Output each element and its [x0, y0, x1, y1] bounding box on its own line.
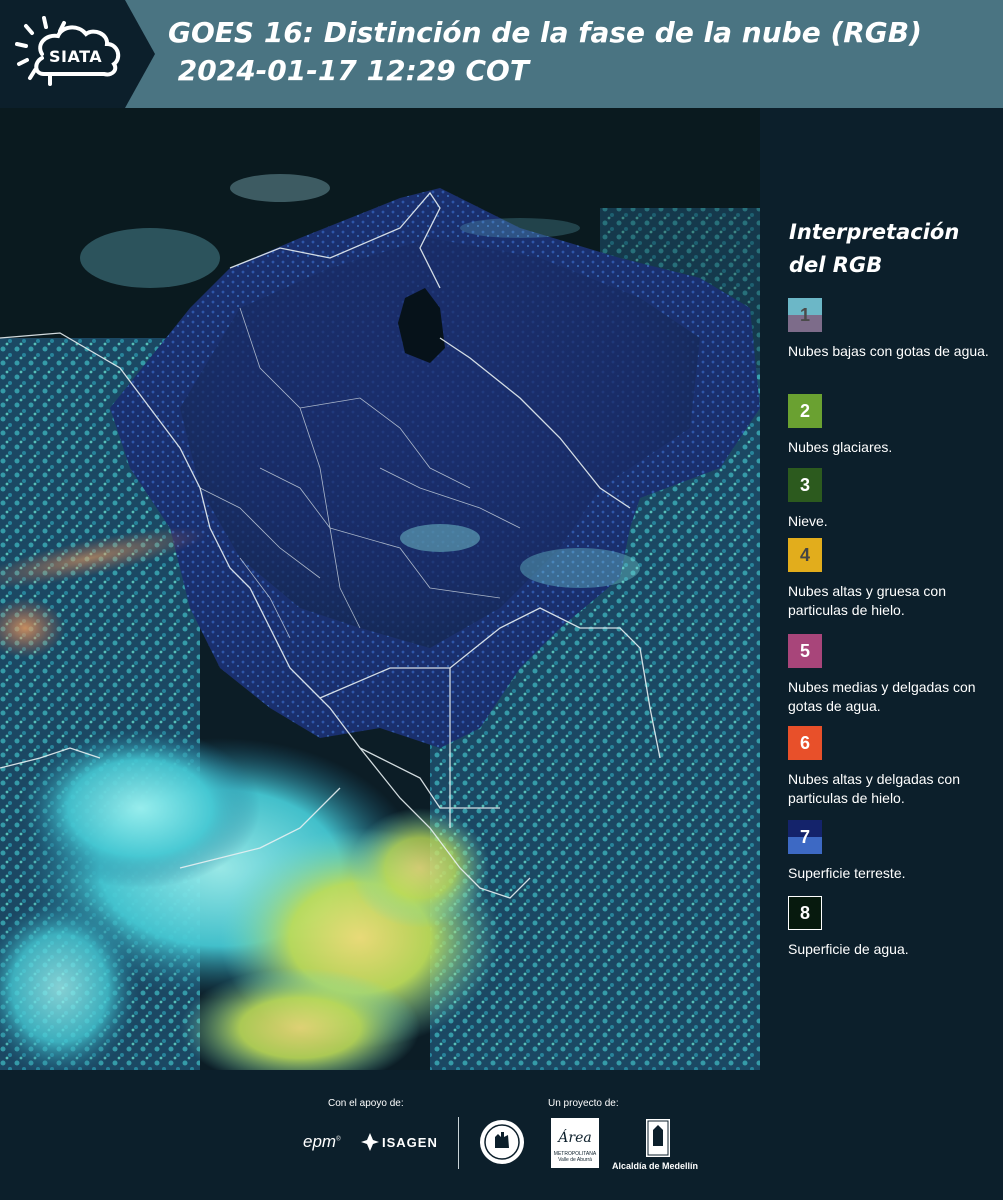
isagen-icon: [361, 1133, 379, 1151]
legend-item-1: 1 Nubes bajas con gotas de agua.: [788, 298, 998, 361]
legend-swatch-1: 1: [788, 298, 822, 332]
footer-divider: [458, 1117, 459, 1169]
legend-num-1: 1: [799, 304, 810, 325]
legend-item-3: 3 Nieve.: [788, 468, 998, 531]
legend-num-8: 8: [799, 902, 810, 923]
legend-num-3: 3: [799, 474, 810, 495]
legend-swatch-6: 6: [788, 726, 822, 760]
header-bar: SIATA GOES 16: Distinción de la fase de …: [0, 0, 1003, 108]
legend-label-6: Nubes altas y delgadas con particulas de…: [788, 771, 960, 806]
project-label: Un proyecto de:: [548, 1098, 619, 1109]
legend-label-2: Nubes glaciares.: [788, 439, 893, 455]
legend-item-2: 2 Nubes glaciares.: [788, 394, 998, 457]
support-label: Con el apoyo de:: [328, 1098, 404, 1109]
legend-num-6: 6: [799, 732, 810, 753]
legend-num-7: 7: [799, 826, 810, 847]
alcaldia-logo-text: Alcaldía de Medellín: [612, 1161, 699, 1171]
area-sub2: Valle de Aburrá: [558, 1157, 592, 1163]
legend-label-3: Nieve.: [788, 513, 828, 529]
legend-item-7: 7 Superficie terreste.: [788, 820, 998, 883]
legend-label-7: Superficie terreste.: [788, 865, 906, 881]
isagen-logo: ISAGEN: [382, 1135, 438, 1150]
legend-swatch-3: 3: [788, 468, 822, 502]
satellite-image: [0, 108, 760, 1070]
legend-label-5: Nubes medias y delgadas con gotas de agu…: [788, 679, 976, 714]
footer: Con el apoyo de: Un proyecto de: epm® IS…: [0, 1070, 1003, 1200]
legend-label-1: Nubes bajas con gotas de agua.: [788, 343, 989, 359]
legend-item-6: 6 Nubes altas y delgadas con particulas …: [788, 726, 998, 808]
legend-label-8: Superficie de agua.: [788, 941, 909, 957]
seal-icon: [480, 1120, 524, 1164]
legend-swatch-8: 8: [788, 896, 822, 930]
legend-panel: Interpretación del RGB 1 Nubes bajas con…: [760, 108, 1003, 1070]
legend-item-4: 4 Nubes altas y gruesa con particulas de…: [788, 538, 998, 620]
page-title: GOES 16: Distinción de la fase de la nub…: [168, 14, 922, 90]
legend-swatch-4: 4: [788, 538, 822, 572]
title-line1: GOES 16: Distinción de la fase de la nub…: [168, 16, 922, 49]
legend-title: Interpretación del RGB: [789, 220, 960, 277]
legend-num-2: 2: [799, 400, 810, 421]
legend-item-5: 5 Nubes medias y delgadas con gotas de a…: [788, 634, 998, 716]
legend-swatch-5: 5: [788, 634, 822, 668]
legend-swatch-2: 2: [788, 394, 822, 428]
epm-text: epm: [303, 1132, 337, 1151]
siata-logo-text: SIATA: [49, 47, 103, 66]
epm-logo: epm®: [303, 1132, 341, 1151]
legend-item-8: 8 Superficie de agua.: [788, 896, 998, 959]
area-brand: Área: [558, 1130, 592, 1146]
legend-num-4: 4: [799, 544, 810, 565]
legend-num-5: 5: [799, 640, 810, 661]
legend-swatch-7: 7: [788, 820, 822, 854]
alcaldia-shield-icon: [646, 1119, 670, 1157]
legend-label-4: Nubes altas y gruesa con particulas de h…: [788, 583, 946, 618]
title-line2: 2024-01-17 12:29 COT: [168, 54, 529, 87]
area-metropolitana-logo: Área METROPOLITANA Valle de Aburrá: [551, 1118, 599, 1168]
